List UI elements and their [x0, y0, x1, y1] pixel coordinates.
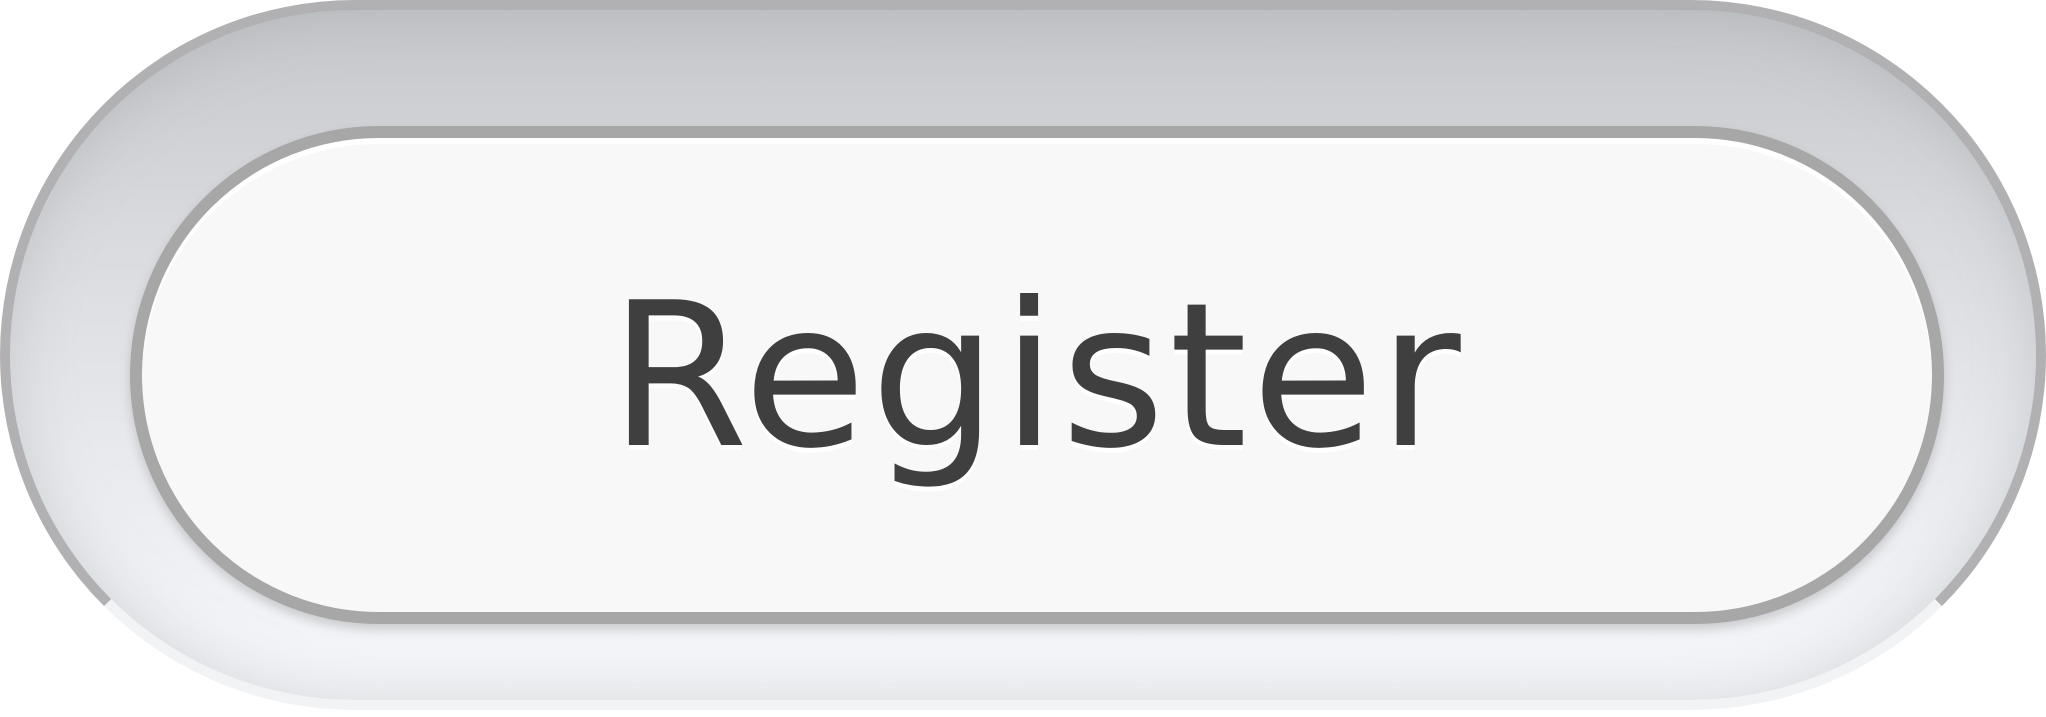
register-button-frame: Register — [0, 0, 2046, 710]
register-button[interactable]: Register — [130, 126, 1944, 624]
register-button-label: Register — [609, 260, 1465, 493]
